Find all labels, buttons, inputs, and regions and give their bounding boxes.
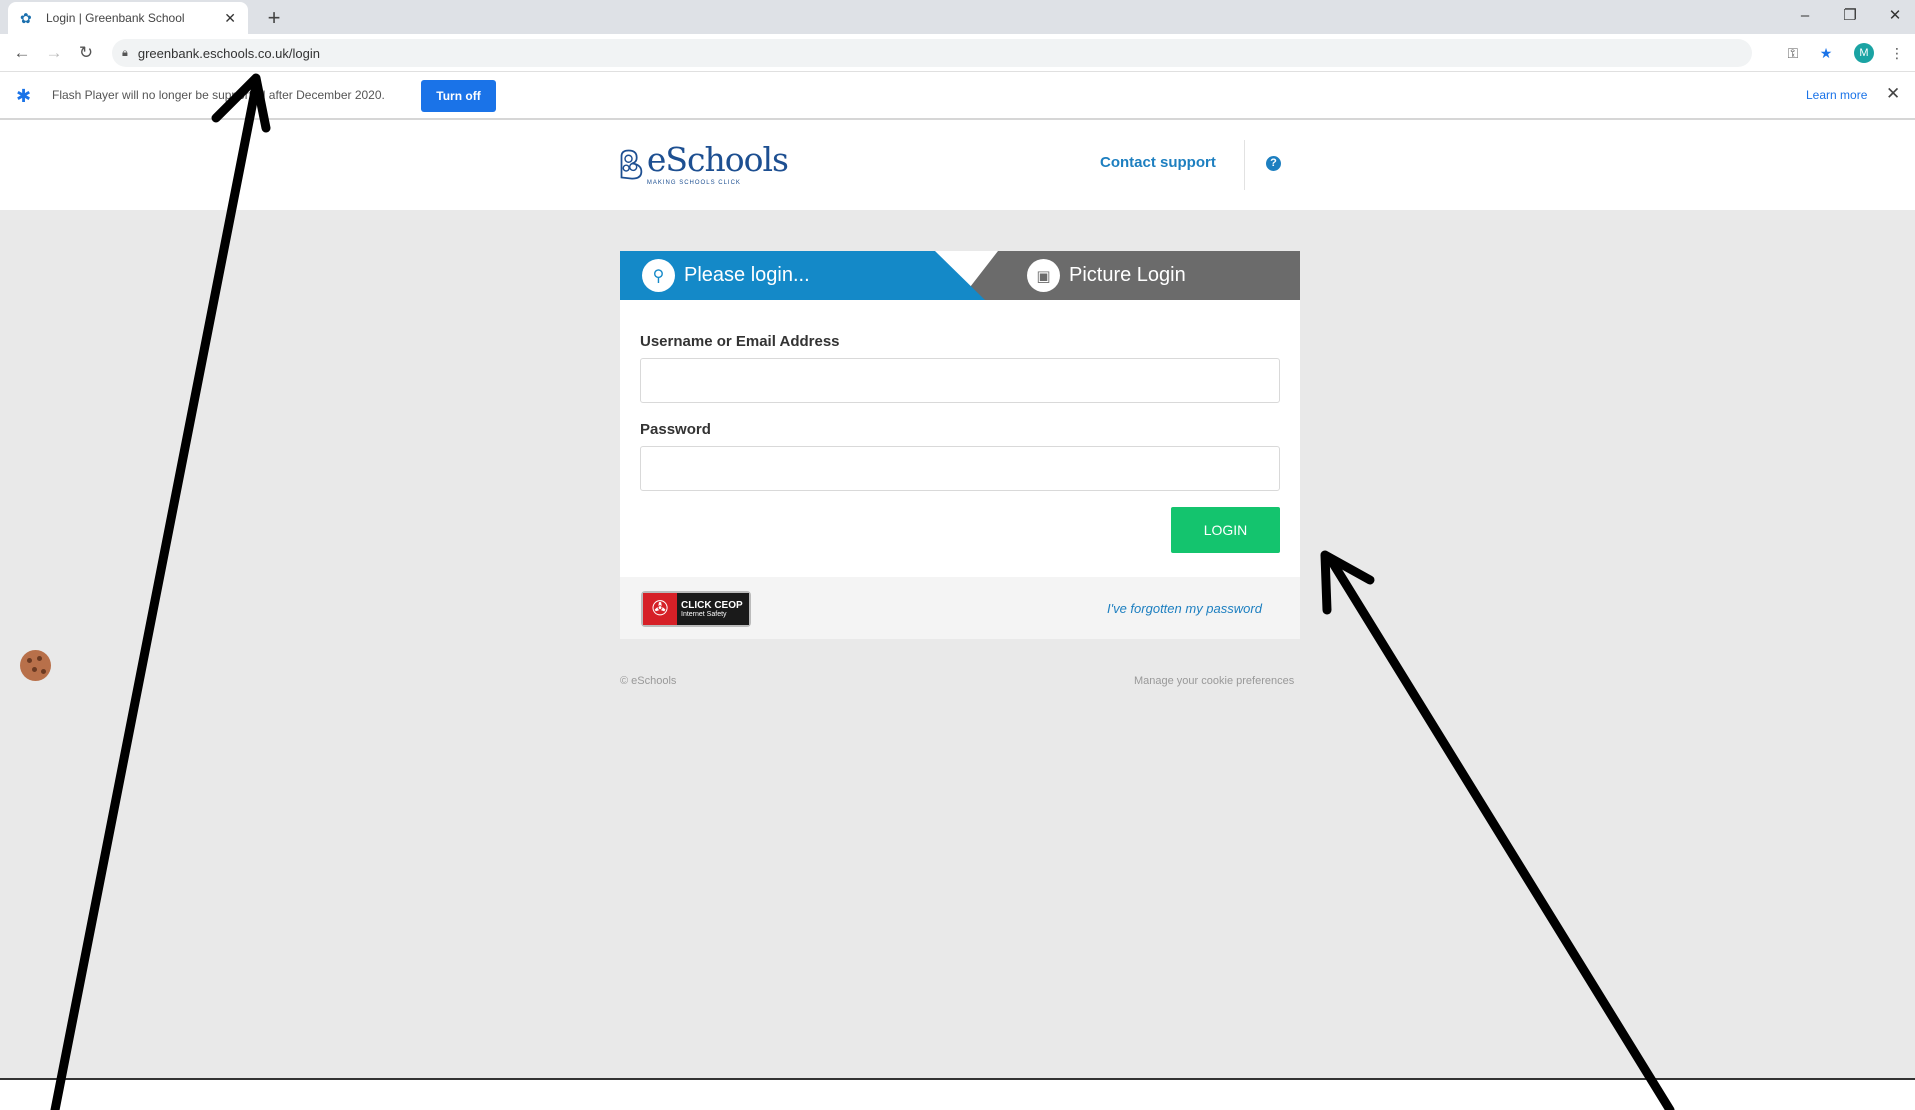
tab-picture-login[interactable]: ▣ Picture Login bbox=[960, 251, 1300, 300]
cookie-icon[interactable] bbox=[20, 650, 51, 681]
turn-off-button[interactable]: Turn off bbox=[421, 80, 496, 112]
logo-tagline: MAKING SCHOOLS CLICK bbox=[646, 180, 741, 186]
tab-picture-label: Picture Login bbox=[1069, 264, 1186, 286]
star-icon[interactable]: ★ bbox=[1815, 42, 1837, 64]
reload-icon[interactable]: ↻ bbox=[74, 41, 98, 65]
lock-icon: 🔒︎ bbox=[122, 46, 128, 59]
minimize-icon[interactable]: – bbox=[1785, 4, 1825, 28]
browser-tabstrip: ✿ Login | Greenbank School ✕ + – ❐ ✕ bbox=[0, 0, 1915, 34]
infobar-message: Flash Player will no longer be supported… bbox=[52, 88, 385, 102]
help-icon[interactable]: ? bbox=[1266, 156, 1281, 171]
site-header: eSchools MAKING SCHOOLS CLICK Contact su… bbox=[0, 120, 1915, 210]
ceop-subtitle: Internet Safety bbox=[681, 611, 727, 618]
cookie-preferences-link[interactable]: Manage your cookie preferences bbox=[1134, 675, 1294, 687]
flash-infobar: ✱ Flash Player will no longer be support… bbox=[0, 72, 1915, 120]
profile-avatar[interactable]: M bbox=[1854, 43, 1874, 63]
url-text: greenbank.eschools.co.uk/login bbox=[137, 45, 320, 61]
contact-support-link[interactable]: Contact support bbox=[1100, 154, 1216, 171]
login-button[interactable]: LOGIN bbox=[1171, 507, 1280, 553]
new-tab-button[interactable]: + bbox=[260, 4, 288, 32]
picture-icon: ▣ bbox=[1027, 259, 1060, 292]
copyright-text: © eSchools bbox=[620, 675, 677, 687]
tab-login-label: Please login... bbox=[684, 264, 810, 286]
address-bar[interactable]: 🔒︎ greenbank.eschools.co.uk/login bbox=[112, 39, 1752, 67]
back-icon[interactable]: ← bbox=[10, 41, 34, 65]
username-label: Username or Email Address bbox=[640, 333, 840, 350]
key-icon[interactable]: ⚿ bbox=[1782, 42, 1804, 64]
eschools-logo[interactable]: eSchools MAKING SCHOOLS CLICK bbox=[618, 136, 789, 192]
card-footer: ✇ CLICK CEOP Internet Safety I've forgot… bbox=[620, 577, 1300, 639]
password-label: Password bbox=[640, 421, 711, 438]
click-ceop-badge[interactable]: ✇ CLICK CEOP Internet Safety bbox=[641, 591, 751, 627]
tab-please-login[interactable]: ⚲ Please login... bbox=[620, 251, 985, 300]
logo-text: eSchools bbox=[646, 140, 789, 179]
ceop-title: CLICK CEOP bbox=[681, 600, 743, 611]
eschools-favicon-icon: ✿ bbox=[20, 10, 32, 26]
password-input[interactable] bbox=[640, 446, 1280, 491]
forward-icon[interactable]: → bbox=[42, 41, 66, 65]
learn-more-link[interactable]: Learn more bbox=[1806, 88, 1867, 102]
page-bottom-strip bbox=[0, 1080, 1915, 1110]
search-key-icon: ⚲ bbox=[642, 259, 675, 292]
eschools-logo-icon bbox=[620, 149, 643, 180]
header-divider bbox=[1244, 140, 1245, 190]
menu-icon[interactable]: ⋮ bbox=[1886, 42, 1908, 64]
close-icon[interactable]: ✕ bbox=[1886, 84, 1900, 104]
username-input[interactable] bbox=[640, 358, 1280, 403]
browser-toolbar: ← → ↻ 🔒︎ greenbank.eschools.co.uk/login … bbox=[0, 34, 1915, 72]
tab-close-icon[interactable]: ✕ bbox=[224, 10, 236, 27]
window-close-icon[interactable]: ✕ bbox=[1875, 4, 1915, 28]
login-card: ▣ Picture Login ⚲ Please login... Userna… bbox=[620, 251, 1300, 639]
tab-title: Login | Greenbank School bbox=[46, 11, 185, 25]
ceop-icon: ✇ bbox=[643, 593, 677, 625]
browser-tab[interactable]: ✿ Login | Greenbank School ✕ bbox=[8, 2, 248, 34]
puzzle-icon: ✱ bbox=[16, 86, 32, 106]
forgot-password-link[interactable]: I've forgotten my password bbox=[1107, 601, 1262, 616]
restore-icon[interactable]: ❐ bbox=[1830, 4, 1870, 28]
